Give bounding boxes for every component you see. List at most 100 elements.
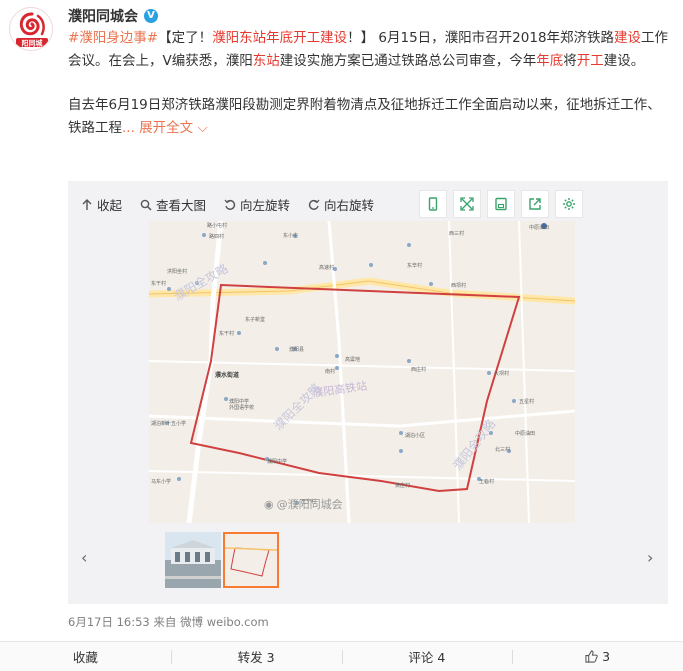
save-button[interactable]	[487, 190, 515, 218]
search-icon	[140, 199, 152, 211]
thumbnail-strip: ‹ ›	[69, 532, 669, 592]
media-toolbar: 收起 查看大图 向左旋转 向右旋转	[81, 195, 374, 214]
collect-button[interactable]: 收藏	[0, 642, 171, 671]
thumbnail-2-selected[interactable]	[223, 532, 279, 588]
svg-text:西三村: 西三村	[449, 230, 464, 237]
svg-text:湖泊新十五小学: 湖泊新十五小学	[151, 420, 186, 427]
post-paragraph-2: 自去年6月19日郑济铁路濮阳段勘测定界附着物清点及征地拆迁工作全面启动以来，征地…	[68, 94, 670, 140]
highlight-jianshe: 建设	[614, 30, 642, 46]
rotate-right-icon	[308, 199, 320, 210]
post-meta: 6月17日 16:53 来自 微博 weibo.com	[68, 614, 269, 630]
highlight-niandi: 年底	[536, 53, 564, 69]
svg-text:中原油田: 中原油田	[515, 430, 535, 437]
collapse-button[interactable]: 收起	[81, 195, 122, 214]
svg-text:东小屯: 东小屯	[283, 232, 298, 239]
svg-text:大坝村: 大坝村	[494, 370, 509, 377]
svg-text:路四村: 路四村	[209, 233, 224, 240]
image-watermark: ◉ @濮阳同城会	[264, 496, 343, 512]
highlight-kaigong: 开工	[576, 53, 604, 69]
svg-text:高粱地: 高粱地	[345, 356, 360, 363]
collect-label: 收藏	[72, 650, 98, 665]
watermark-text: @濮阳同城会	[276, 498, 343, 511]
post-text-segment: 建设。	[603, 53, 645, 69]
svg-text:路小屯村: 路小屯村	[207, 222, 227, 229]
save-icon	[495, 197, 507, 211]
prev-arrow-icon[interactable]: ‹	[81, 548, 87, 567]
weibo-logo-icon: ◉	[264, 497, 274, 511]
svg-text:王砦村: 王砦村	[479, 478, 494, 485]
author-row: 濮阳同城会 V	[68, 6, 158, 26]
chevron-down-icon[interactable]: ⌵	[193, 120, 207, 136]
svg-text:马东小学: 马东小学	[151, 478, 171, 485]
svg-text:东干村: 东干村	[151, 280, 166, 287]
svg-text:西坝村: 西坝村	[451, 282, 466, 289]
rotate-left-label: 向左旋转	[240, 198, 291, 213]
svg-text:北三村: 北三村	[495, 446, 510, 453]
topic-link[interactable]: #濮阳身边事#	[68, 30, 158, 46]
svg-text:南村: 南村	[325, 368, 335, 375]
rotate-left-button[interactable]: 向左旋转	[224, 195, 290, 214]
rotate-right-label: 向右旋转	[324, 198, 375, 213]
thumbnail-1[interactable]	[165, 532, 221, 588]
post-time[interactable]: 6月17日 16:53	[68, 615, 150, 629]
post-source[interactable]: 微博 weibo.com	[180, 615, 269, 629]
svg-text:濮阳中学: 濮阳中学	[229, 398, 249, 405]
arrow-up-icon	[82, 198, 92, 210]
svg-text:黄庄村: 黄庄村	[395, 482, 410, 489]
headline-link[interactable]: 濮阳东站年底开工建设	[212, 30, 347, 46]
avatar-logo-icon: 阳同城	[11, 9, 52, 50]
svg-text:东辛村: 东辛村	[407, 262, 422, 269]
fullscreen-button[interactable]	[453, 190, 481, 218]
phone-icon	[428, 197, 438, 211]
via-label: 来自	[153, 615, 177, 629]
share-icon	[529, 198, 541, 210]
forward-label: 转发 3	[237, 650, 275, 665]
expand-full-text-link[interactable]: ... 展开全文	[122, 120, 193, 136]
collapse-label: 收起	[97, 198, 123, 213]
svg-text:濮阳县: 濮阳县	[289, 346, 304, 353]
svg-text:五星村: 五星村	[519, 398, 534, 405]
svg-text:外国语学校: 外国语学校	[229, 404, 254, 411]
rotate-left-icon	[224, 199, 236, 210]
svg-text:东干村: 东干村	[219, 330, 234, 337]
svg-text:东子新堂: 东子新堂	[245, 316, 265, 323]
settings-button[interactable]	[555, 190, 583, 218]
media-action-icons	[419, 190, 583, 218]
next-arrow-icon[interactable]: ›	[647, 548, 653, 567]
rotate-right-button[interactable]: 向右旋转	[308, 195, 374, 214]
headline-close: ！】	[347, 30, 375, 46]
phone-view-button[interactable]	[419, 190, 447, 218]
thumbs-up-icon	[585, 650, 598, 663]
highlight-dongzhan: 东站	[252, 53, 280, 69]
post-text-segment: 将	[563, 53, 577, 69]
like-button[interactable]: 3	[512, 642, 683, 671]
svg-text:中原油田: 中原油田	[529, 224, 549, 231]
action-bar: 收藏 转发 3 评论 4 3	[0, 641, 683, 671]
comment-button[interactable]: 评论 4	[341, 642, 513, 671]
view-large-label: 查看大图	[156, 198, 207, 213]
post-text-segment: 6月15日，濮阳市召开2018年郑济铁路	[374, 30, 615, 46]
forward-button[interactable]: 转发 3	[170, 642, 342, 671]
expand-icon	[460, 197, 474, 211]
svg-text:湖泊小区: 湖泊小区	[405, 432, 425, 439]
post-paragraph-1: #濮阳身边事#【定了！濮阳东站年底开工建设！】 6月15日，濮阳市召开2018年…	[68, 27, 670, 73]
gear-icon	[563, 198, 575, 210]
map-image[interactable]: 路小屯村 路四村 东小屯 西三村 洪阳坐村 高速村 东辛村 西坝村 东干村 东子新堂 东干…	[149, 221, 575, 523]
media-viewer: 收起 查看大图 向左旋转 向右旋转 路小屯村 路四村 东小屯 西三村 洪阳坐村 …	[68, 181, 668, 604]
verified-icon: V	[144, 9, 158, 23]
map-graphic: 路小屯村路四村 东小屯 西三村 洪阳坐村高速村 东辛村西坝村 东干村东子新堂 东干…	[149, 221, 575, 523]
map-thumbnail-image	[225, 534, 277, 586]
view-large-button[interactable]: 查看大图	[140, 195, 206, 214]
svg-text:濮阳中学: 濮阳中学	[267, 458, 287, 465]
like-count: 3	[602, 649, 611, 664]
station-thumbnail-image	[165, 532, 221, 588]
svg-text:濮水街道: 濮水街道	[215, 371, 239, 379]
share-button[interactable]	[521, 190, 549, 218]
author-name[interactable]: 濮阳同城会	[68, 6, 138, 26]
post-text-segment: 建设实施方案已通过铁路总公司审查，今年	[279, 53, 537, 69]
post-body: #濮阳身边事#【定了！濮阳东站年底开工建设！】 6月15日，濮阳市召开2018年…	[68, 27, 670, 140]
headline-open: 【定了！	[158, 30, 213, 46]
avatar[interactable]: 阳同城	[9, 7, 53, 51]
svg-text:阳同城: 阳同城	[22, 39, 43, 48]
svg-text:高速村: 高速村	[319, 264, 334, 271]
